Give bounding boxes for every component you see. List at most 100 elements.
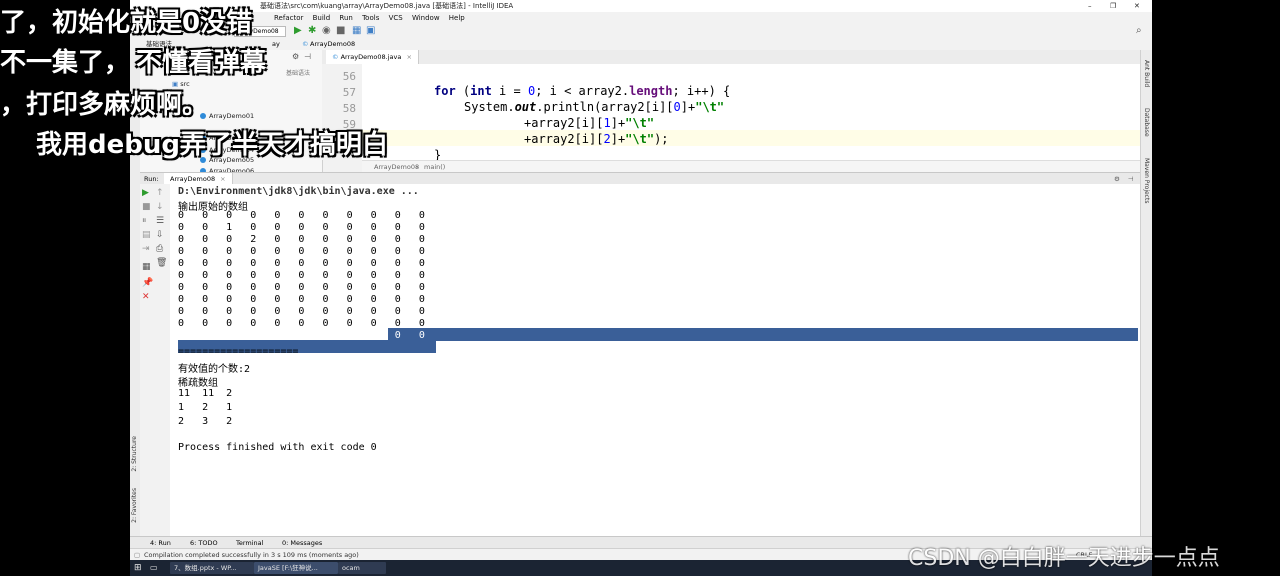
main-toolbar: ArrayDemo08 ▶ ✱ ◉ ■ ▦ ▣ ⌕ bbox=[130, 24, 1152, 39]
soft-wrap-icon[interactable]: ☰ bbox=[156, 216, 164, 226]
search-icon[interactable]: ⌕ bbox=[1136, 25, 1142, 36]
matrix-row: 0 0 0 0 0 0 0 0 0 0 0 bbox=[178, 282, 425, 293]
taskbar-idea[interactable]: JavaSE [F:\狂神说... bbox=[254, 562, 338, 574]
danmaku-comment: ，打印多麻烦啊。 bbox=[0, 90, 209, 120]
stop-icon[interactable]: ■ bbox=[142, 202, 151, 212]
collapse-icon[interactable]: ⊣ bbox=[304, 52, 311, 61]
down-icon[interactable]: ↓ bbox=[156, 202, 164, 212]
structure-icon[interactable]: ▦ bbox=[352, 25, 361, 36]
code-line-58: System.out.println(array2[i][0]+"\t" bbox=[464, 100, 725, 114]
minimize-button[interactable]: – bbox=[1088, 0, 1092, 12]
menu-bar: Refactor Build Run Tools VCS Window Help bbox=[130, 12, 1152, 24]
danmaku-comment: 了，初始化就是0没错 bbox=[0, 8, 253, 38]
line-number: 58 bbox=[342, 102, 356, 115]
code-line-60: +array2[i][2]+"\t"); bbox=[524, 132, 669, 146]
matrix-row: 0 0 0 0 0 0 0 0 0 0 0 bbox=[178, 210, 425, 221]
code-line-57: for (int i = 0; i < array2.length; i++) … bbox=[434, 84, 731, 98]
sparse-heading: 稀疏数组 bbox=[178, 378, 218, 389]
menu-window[interactable]: Window bbox=[412, 14, 440, 22]
console-separator: ==================== bbox=[178, 346, 299, 357]
matrix-row: 0 0 1 0 0 0 0 0 0 0 0 bbox=[178, 222, 425, 233]
intellij-window: 基础语法\src\com\kuang\array\ArrayDemo08.jav… bbox=[130, 0, 1152, 576]
class-icon: © bbox=[302, 40, 309, 48]
run-tab-label: ArrayDemo08 bbox=[170, 175, 216, 183]
line-number: 56 bbox=[342, 70, 356, 83]
sparse-row: 2 3 2 bbox=[178, 416, 233, 427]
favorites-tool-tab[interactable]: 2: Favorites bbox=[131, 488, 138, 523]
caret-line-highlight bbox=[362, 130, 1140, 146]
run-icon[interactable]: ▶ bbox=[294, 25, 302, 36]
danmaku-comment: 我用debug弄了半天才搞明白 bbox=[36, 130, 388, 160]
matrix-row: 0 0 0 0 0 0 0 0 0 0 0 bbox=[178, 258, 425, 269]
sdk-icon[interactable]: ▣ bbox=[366, 25, 375, 36]
trash-icon[interactable]: 🗑 bbox=[156, 258, 167, 268]
matrix-row-selected: 0 0 0 0 0 0 0 0 0 0 0 bbox=[178, 330, 425, 341]
menu-help[interactable]: Help bbox=[449, 14, 465, 22]
code-line-59: +array2[i][1]+"\t" bbox=[524, 116, 655, 130]
taskbar-wps[interactable]: 7、数组.pptx - WP... bbox=[170, 562, 254, 574]
console-command: D:\Environment\jdk8\jdk\bin\java.exe ... bbox=[178, 186, 419, 197]
menu-refactor[interactable]: Refactor bbox=[274, 14, 303, 22]
editor-tabs: © ArrayDemo08.java × bbox=[322, 50, 1140, 65]
exit-icon[interactable]: ⇥ bbox=[142, 244, 150, 254]
nav-crumb-array[interactable]: ay bbox=[272, 38, 280, 50]
csdn-watermark: CSDN @白白胖一天进步一点点 bbox=[908, 546, 1220, 571]
project-path-hint: 基础语法 bbox=[286, 70, 311, 77]
gear-icon[interactable]: ⚙ bbox=[292, 52, 299, 61]
process-exit: Process finished with exit code 0 bbox=[178, 442, 377, 453]
pause-icon[interactable]: ⏸ bbox=[142, 216, 147, 226]
menu-vcs[interactable]: VCS bbox=[389, 14, 403, 22]
matrix-row: 0 0 0 0 0 0 0 0 0 0 0 bbox=[178, 294, 425, 305]
matrix-row: 0 0 0 0 0 0 0 0 0 0 0 bbox=[178, 270, 425, 281]
structure-tool-tab[interactable]: 2: Structure bbox=[131, 436, 138, 472]
print-icon[interactable]: ⎙ bbox=[156, 244, 163, 254]
tree-item-label: ArrayDemo01 bbox=[209, 112, 255, 120]
sparse-row: 1 2 1 bbox=[178, 402, 233, 413]
maximize-button[interactable]: ❐ bbox=[1110, 0, 1116, 12]
menu-run[interactable]: Run bbox=[339, 14, 352, 22]
tree-item-arraydemo01[interactable]: ArrayDemo01 bbox=[200, 112, 254, 120]
window-title: 基础语法\src\com\kuang\array\ArrayDemo08.jav… bbox=[260, 2, 514, 10]
taskbar-label: JavaSE [F:\狂神说... bbox=[258, 564, 318, 572]
close-tab-icon[interactable]: × bbox=[220, 175, 225, 183]
close-icon[interactable]: ✕ bbox=[142, 292, 150, 302]
up-icon[interactable]: ↑ bbox=[156, 188, 164, 198]
taskbar-label: ocam bbox=[342, 564, 360, 572]
matrix-row: 0 0 0 0 0 0 0 0 0 0 0 bbox=[178, 306, 425, 317]
taskbar-label: 7、数组.pptx - WP... bbox=[174, 564, 237, 572]
danmaku-comment: 不一集了， bbox=[0, 48, 131, 78]
maven-projects-tab[interactable]: Maven Projects bbox=[1143, 158, 1150, 203]
rerun-icon[interactable]: ▶ bbox=[142, 188, 149, 198]
right-tool-stripe: Ant Build Database Maven Projects bbox=[1140, 50, 1152, 536]
tab-arraydemo08[interactable]: © ArrayDemo08.java × bbox=[326, 50, 419, 64]
taskbar-ocam[interactable]: ocam bbox=[338, 562, 386, 574]
scroll-end-icon[interactable]: ⇩ bbox=[156, 230, 164, 240]
task-view-icon[interactable]: ▭ bbox=[150, 560, 158, 576]
ant-build-tab[interactable]: Ant Build bbox=[1143, 60, 1150, 87]
class-icon: © bbox=[332, 53, 339, 61]
dump-threads-icon[interactable]: ▤ bbox=[142, 230, 151, 240]
menu-tools[interactable]: Tools bbox=[362, 14, 379, 22]
pin-icon[interactable]: 📌 bbox=[142, 278, 153, 288]
database-tab[interactable]: Database bbox=[1143, 108, 1150, 137]
matrix-row: 0 0 0 0 0 0 0 0 0 0 0 bbox=[178, 318, 425, 329]
title-bar: 基础语法\src\com\kuang\array\ArrayDemo08.jav… bbox=[130, 0, 1152, 12]
line-number: 57 bbox=[342, 86, 356, 99]
coverage-icon[interactable]: ◉ bbox=[322, 25, 331, 36]
windows-start-icon[interactable]: ⊞ bbox=[134, 560, 142, 576]
menu-build[interactable]: Build bbox=[313, 14, 331, 22]
layout-icon[interactable]: ▦ bbox=[142, 262, 151, 272]
close-button[interactable]: ✕ bbox=[1134, 0, 1140, 12]
tab-label: ArrayDemo08.java bbox=[340, 53, 402, 61]
close-tab-icon[interactable]: × bbox=[406, 53, 411, 61]
code-editor[interactable]: for (int i = 0; i < array2.length; i++) … bbox=[362, 64, 1140, 162]
nav-crumb-class[interactable]: ArrayDemo08 bbox=[310, 38, 355, 50]
stop-icon[interactable]: ■ bbox=[336, 25, 345, 36]
matrix-row: 0 0 0 2 0 0 0 0 0 0 0 bbox=[178, 234, 425, 245]
console-output[interactable]: D:\Environment\jdk8\jdk\bin\java.exe ...… bbox=[170, 184, 1140, 536]
debug-icon[interactable]: ✱ bbox=[308, 25, 316, 36]
selection-band bbox=[388, 328, 1138, 341]
sparse-row: 11 11 2 bbox=[178, 388, 233, 399]
matrix-row: 0 0 0 0 0 0 0 0 0 0 0 bbox=[178, 246, 425, 257]
danmaku-comment: 不懂看弹幕 bbox=[136, 48, 267, 78]
